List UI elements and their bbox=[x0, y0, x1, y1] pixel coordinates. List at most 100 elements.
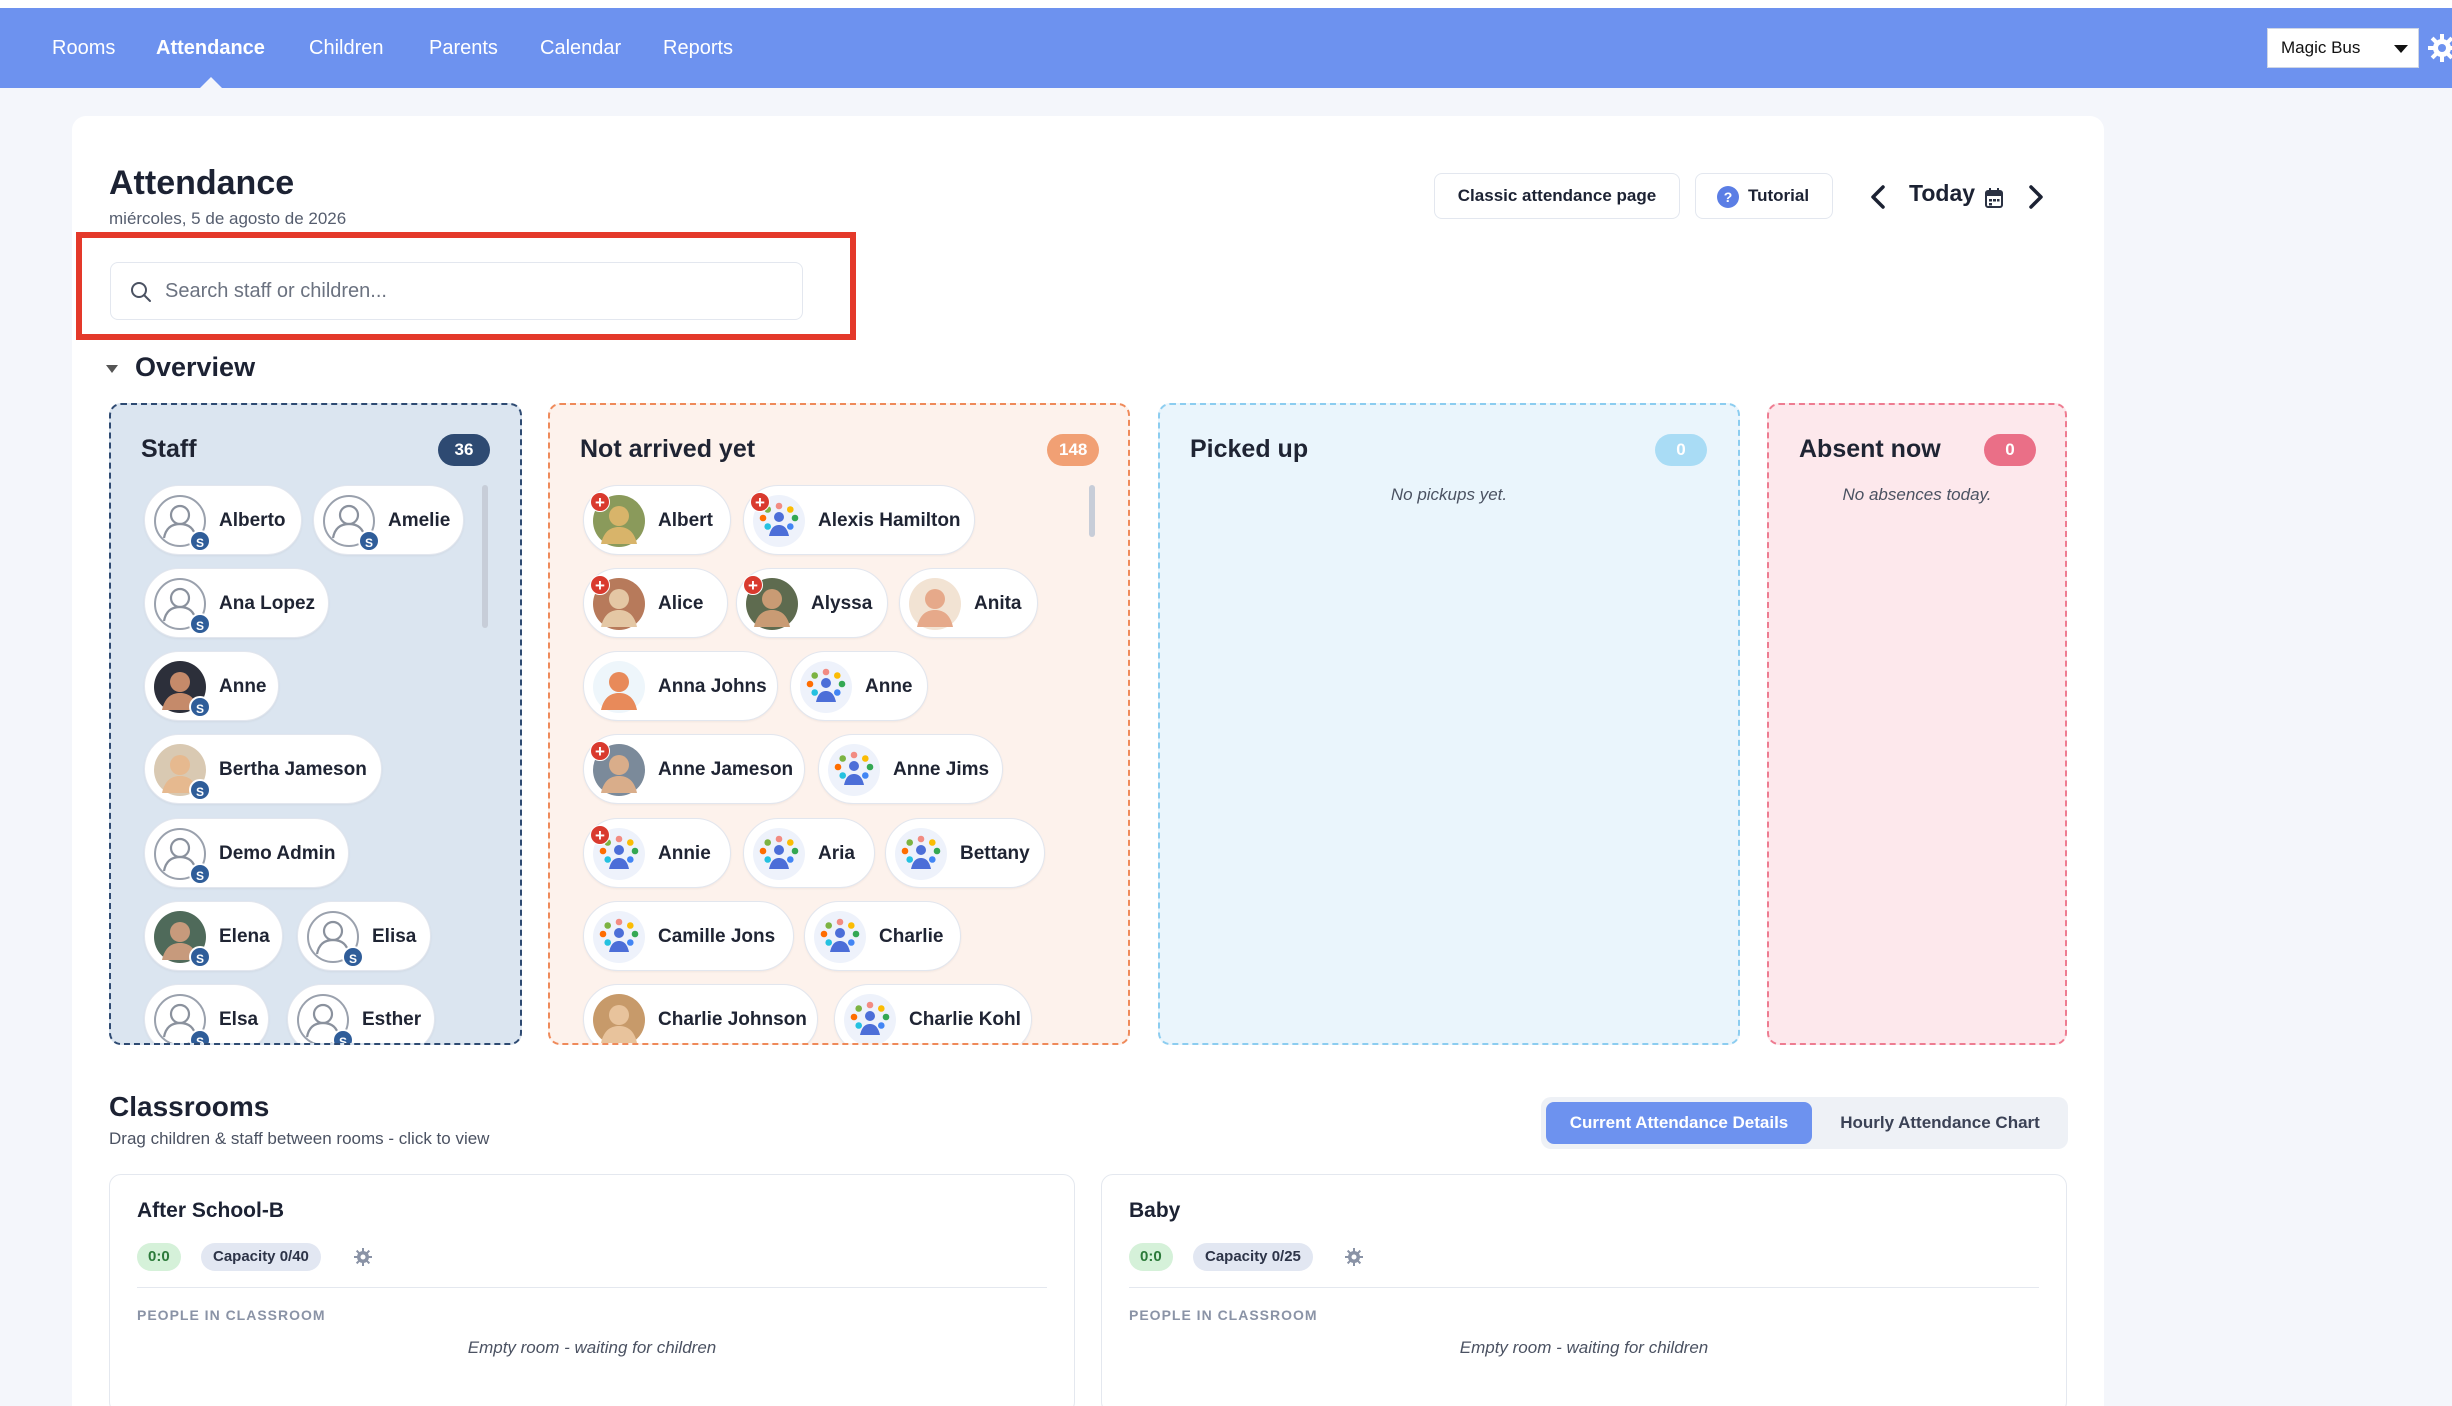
staff-badge: S bbox=[189, 946, 211, 968]
medical-plus-icon: + bbox=[590, 741, 610, 761]
avatar: S bbox=[153, 827, 211, 885]
room-card[interactable]: After School-B 0:0 Capacity 0/40 PEOPLE … bbox=[109, 1174, 1075, 1406]
child-pill[interactable]: + Anne Jameson bbox=[583, 734, 805, 804]
child-pill[interactable]: Anne bbox=[790, 651, 928, 721]
staff-pill[interactable]: S Bertha Jameson bbox=[144, 734, 382, 804]
search-box[interactable] bbox=[110, 262, 803, 320]
search-input[interactable] bbox=[165, 263, 785, 319]
child-pill[interactable]: Charlie bbox=[804, 901, 961, 971]
avatar: + bbox=[590, 741, 646, 797]
avatar: S bbox=[153, 743, 211, 801]
gear-icon[interactable] bbox=[2428, 34, 2452, 62]
nav-parents[interactable]: Parents bbox=[429, 8, 498, 88]
nav-children[interactable]: Children bbox=[309, 8, 383, 88]
page-date: miércoles, 5 de agosto de 2026 bbox=[109, 209, 347, 228]
medical-plus-icon: + bbox=[590, 492, 610, 512]
staff-scrollbar[interactable] bbox=[482, 485, 488, 628]
top-navbar: Rooms Attendance Children Parents Calend… bbox=[0, 8, 2452, 88]
avatar bbox=[908, 577, 962, 631]
not-arrived-panel: Not arrived yet 148 + Albert + Alexis Hamil… bbox=[548, 403, 1130, 1045]
child-pill[interactable]: + Alice bbox=[583, 568, 728, 638]
staff-badge: S bbox=[189, 530, 211, 552]
avatar: S bbox=[153, 494, 211, 552]
avatar bbox=[843, 993, 897, 1043]
child-name: Anita bbox=[974, 593, 1022, 614]
absent-count-badge: 0 bbox=[1984, 434, 2036, 466]
tab-hourly-chart[interactable]: Hourly Attendance Chart bbox=[1817, 1102, 2063, 1144]
staff-name: Esther bbox=[362, 1009, 422, 1030]
staff-pill[interactable]: S Anne bbox=[144, 651, 279, 721]
nav-attendance[interactable]: Attendance bbox=[156, 8, 265, 88]
ratio-badge: 0:0 bbox=[1129, 1243, 1173, 1271]
staff-name: Bertha Jameson bbox=[219, 759, 367, 780]
nav-calendar[interactable]: Calendar bbox=[540, 8, 621, 88]
child-name: Charlie bbox=[879, 926, 944, 947]
avatar: + bbox=[590, 825, 646, 881]
staff-pill[interactable]: S Elsa bbox=[144, 984, 269, 1043]
medical-plus-icon: + bbox=[743, 575, 763, 595]
child-name: Anne Jameson bbox=[658, 759, 794, 780]
room-settings-gear-icon[interactable] bbox=[354, 1248, 372, 1266]
child-pill[interactable]: Aria bbox=[743, 818, 875, 888]
staff-pill[interactable]: S Alberto bbox=[144, 485, 302, 555]
not-arrived-scrollbar[interactable] bbox=[1089, 485, 1095, 537]
child-pill[interactable]: + Alyssa bbox=[736, 568, 888, 638]
tab-current-attendance[interactable]: Current Attendance Details bbox=[1546, 1102, 1812, 1144]
staff-name: Elisa bbox=[372, 926, 417, 947]
staff-pill[interactable]: S Elisa bbox=[297, 901, 431, 971]
staff-pill[interactable]: S Ana Lopez bbox=[144, 568, 329, 638]
child-pill[interactable]: Camille Jons bbox=[583, 901, 794, 971]
avatar: S bbox=[153, 660, 211, 718]
child-pill[interactable]: Anna Johns bbox=[583, 651, 778, 721]
child-pill[interactable]: Anne Jims bbox=[818, 734, 1003, 804]
tutorial-button[interactable]: ? Tutorial bbox=[1695, 173, 1833, 219]
today-label[interactable]: Today bbox=[1909, 180, 1975, 207]
avatar: S bbox=[296, 993, 354, 1043]
nav-rooms[interactable]: Rooms bbox=[52, 8, 115, 88]
staff-pill[interactable]: S Elena bbox=[144, 901, 283, 971]
not-arrived-count-badge: 148 bbox=[1047, 434, 1100, 466]
staff-panel: Staff 36 S Alberto S Amelie S Ana Lopez S Anne S… bbox=[109, 403, 522, 1045]
avatar bbox=[827, 743, 881, 797]
overview-heading[interactable]: Overview bbox=[135, 352, 255, 383]
child-pill[interactable]: + Alexis Hamilton bbox=[743, 485, 975, 555]
absent-panel: Absent now 0 No absences today. bbox=[1767, 403, 2067, 1045]
staff-name: Alberto bbox=[219, 510, 286, 531]
staff-badge: S bbox=[332, 1029, 354, 1043]
page-title: Attendance bbox=[109, 164, 295, 202]
collapse-caret-icon[interactable] bbox=[106, 365, 118, 373]
organization-select[interactable]: Magic Bus bbox=[2267, 28, 2419, 68]
child-pill[interactable]: + Albert bbox=[583, 485, 731, 555]
child-pill[interactable]: Charlie Kohl bbox=[834, 984, 1032, 1043]
child-name: Annie bbox=[658, 843, 711, 864]
staff-pill[interactable]: S Demo Admin bbox=[144, 818, 349, 888]
room-divider bbox=[1129, 1287, 2039, 1288]
nav-reports[interactable]: Reports bbox=[663, 8, 733, 88]
staff-badge: S bbox=[358, 530, 380, 552]
staff-badge: S bbox=[189, 1029, 211, 1043]
not-arrived-panel-title: Not arrived yet bbox=[580, 435, 756, 463]
picked-up-panel-title: Picked up bbox=[1190, 435, 1309, 463]
avatar bbox=[592, 660, 646, 714]
avatar bbox=[752, 827, 806, 881]
child-pill[interactable]: Charlie Johnson bbox=[583, 984, 818, 1043]
staff-badge: S bbox=[189, 779, 211, 801]
room-settings-gear-icon[interactable] bbox=[1345, 1248, 1363, 1266]
staff-pill[interactable]: S Amelie bbox=[313, 485, 464, 555]
child-name: Charlie Johnson bbox=[658, 1009, 807, 1030]
child-pill[interactable]: + Annie bbox=[583, 818, 731, 888]
room-card[interactable]: Baby 0:0 Capacity 0/25 PEOPLE IN CLASSRO… bbox=[1101, 1174, 2067, 1406]
chevron-right-icon[interactable] bbox=[2027, 184, 2045, 210]
chevron-left-icon[interactable] bbox=[1869, 184, 1887, 210]
top-strip bbox=[0, 0, 2452, 8]
child-pill[interactable]: Anita bbox=[899, 568, 1038, 638]
staff-pill[interactable]: S Esther bbox=[287, 984, 435, 1043]
room-name: Baby bbox=[1129, 1199, 1181, 1222]
avatar: S bbox=[153, 993, 211, 1043]
calendar-icon[interactable] bbox=[1984, 187, 2004, 209]
staff-name: Ana Lopez bbox=[219, 593, 316, 614]
child-pill[interactable]: Bettany bbox=[885, 818, 1045, 888]
classrooms-subtitle: Drag children & staff between rooms - cl… bbox=[109, 1129, 490, 1148]
classic-attendance-button[interactable]: Classic attendance page bbox=[1434, 173, 1680, 219]
medical-plus-icon: + bbox=[590, 575, 610, 595]
